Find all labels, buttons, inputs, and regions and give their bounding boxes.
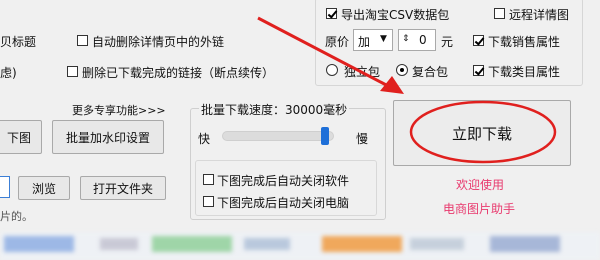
annotation-circle [409, 100, 557, 164]
blurred-block-2 [100, 238, 138, 250]
blurred-block-5 [322, 236, 402, 252]
blurred-block-4 [244, 238, 290, 250]
annotation-overlay [257, 16, 557, 164]
blurred-block-7 [490, 236, 560, 252]
blurred-block-1 [4, 236, 74, 252]
blurred-block-3 [152, 236, 232, 252]
annotation-arrow-line [257, 16, 393, 90]
blurred-block-6 [410, 238, 464, 250]
